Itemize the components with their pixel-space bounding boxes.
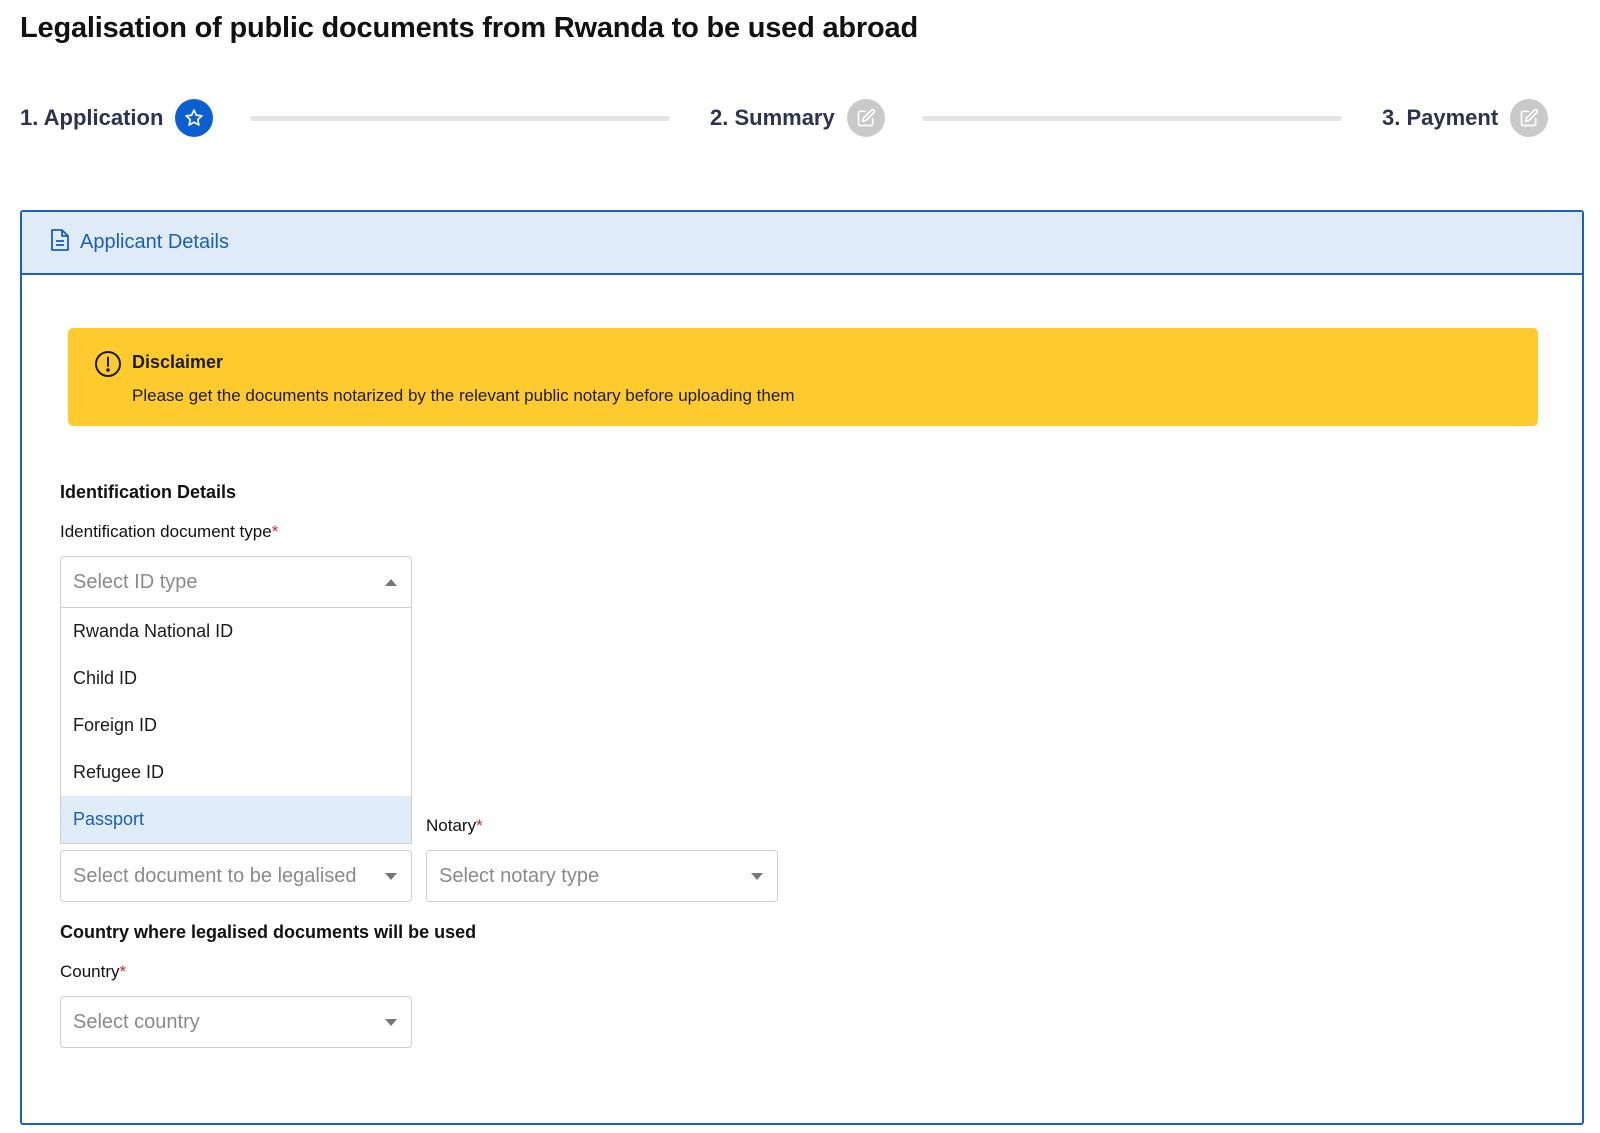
panel-header: Applicant Details (22, 212, 1582, 275)
document-select[interactable]: Select document to be legalised (60, 850, 412, 902)
notary-label-text: Notary (426, 816, 477, 835)
id-type-option[interactable]: Foreign ID (61, 702, 411, 749)
country-label: Country* (60, 962, 126, 982)
id-type-option[interactable]: Refugee ID (61, 749, 411, 796)
country-label-text: Country (60, 962, 120, 981)
country-placeholder: Select country (73, 1010, 200, 1033)
country-select[interactable]: Select country (60, 996, 412, 1048)
notary-label: Notary* (426, 816, 483, 836)
id-type-option[interactable]: Child ID (61, 655, 411, 702)
notary-select[interactable]: Select notary type (426, 850, 778, 902)
step-application[interactable]: 1. Application (20, 98, 214, 138)
id-type-label: Identification document type* (60, 522, 278, 542)
chevron-down-icon (385, 873, 397, 880)
disclaimer-title: Disclaimer (132, 352, 224, 372)
chevron-down-icon (751, 873, 763, 880)
id-type-option[interactable]: Rwanda National ID (61, 608, 411, 655)
chevron-up-icon (385, 579, 397, 586)
step-payment-label: 3. Payment (1382, 105, 1499, 130)
stepper: 1. Application 2. Summary 3. Payment (20, 98, 1580, 142)
id-type-placeholder: Select ID type (73, 570, 198, 593)
step-payment[interactable]: 3. Payment (1382, 98, 1549, 138)
id-type-label-text: Identification document type (60, 522, 272, 541)
step-connector-2 (922, 116, 1342, 121)
disclaimer-banner: Disclaimer Please get the documents nota… (68, 328, 1538, 426)
document-placeholder: Select document to be legalised (73, 864, 357, 887)
required-marker: * (476, 816, 483, 835)
required-marker: * (119, 962, 127, 981)
step-summary[interactable]: 2. Summary (710, 98, 885, 138)
panel-title: Applicant Details (80, 231, 229, 253)
applicant-details-panel: Applicant Details Disclaimer Please get … (20, 210, 1584, 1125)
document-icon (50, 228, 70, 257)
id-type-dropdown: Rwanda National ID Child ID Foreign ID R… (60, 608, 412, 844)
notary-placeholder: Select notary type (439, 864, 600, 887)
chevron-down-icon (385, 1019, 397, 1026)
id-type-option-highlighted[interactable]: Passport (61, 796, 411, 843)
star-icon (175, 99, 214, 137)
step-application-label: 1. Application (20, 105, 164, 130)
id-type-select[interactable]: Select ID type (60, 556, 412, 608)
disclaimer-text: Please get the documents notarized by th… (132, 386, 795, 405)
edit-icon (846, 99, 885, 137)
exclamation-circle-icon (94, 350, 122, 383)
edit-icon (1510, 99, 1549, 137)
page-title: Legalisation of public documents from Rw… (20, 12, 918, 44)
step-connector-1 (250, 116, 670, 121)
identification-section-title: Identification Details (60, 482, 237, 502)
country-section-title: Country where legalised documents will b… (60, 922, 477, 942)
step-summary-label: 2. Summary (710, 105, 835, 130)
required-marker: * (271, 522, 279, 541)
